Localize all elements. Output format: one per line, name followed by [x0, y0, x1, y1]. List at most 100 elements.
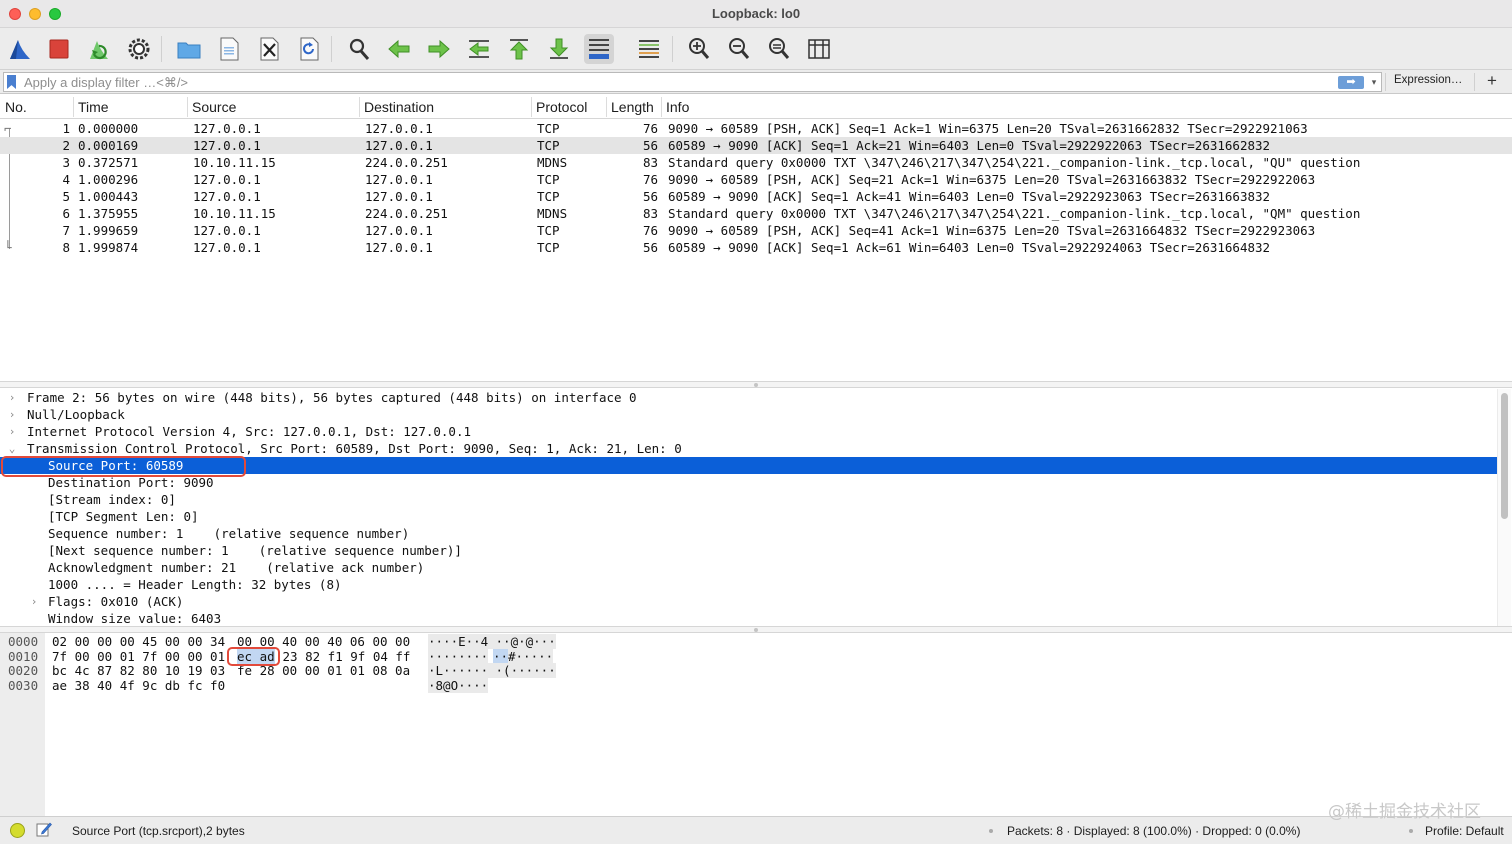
chevron-right-icon[interactable]: ›	[7, 423, 17, 440]
colorize-icon[interactable]	[634, 34, 664, 64]
apply-filter-arrow-icon[interactable]: ➡	[1338, 76, 1364, 89]
go-back-icon[interactable]	[384, 34, 414, 64]
packet-protocol: TCP	[537, 121, 560, 136]
detail-row-flags[interactable]: › Flags: 0x010 (ACK)	[0, 593, 1497, 610]
status-field-info: Source Port (tcp.srcport),2 bytes	[72, 824, 245, 838]
bytes-ascii-highlight: ··	[493, 649, 509, 664]
detail-row[interactable]: [Stream index: 0]	[0, 491, 1497, 508]
find-icon[interactable]	[344, 34, 374, 64]
bytes-row[interactable]: 0030 ae 38 40 4f 9c db fc f0 ·8@O····	[0, 678, 1512, 693]
packet-length: 76	[642, 121, 658, 136]
bytes-ascii-b: ··@·@···	[488, 634, 556, 649]
annotation-highlight-port-bytes	[227, 647, 280, 666]
detail-row[interactable]: 1000 .... = Header Length: 32 bytes (8)	[0, 576, 1497, 593]
zoom-out-icon[interactable]	[724, 34, 754, 64]
packet-no: 4	[62, 172, 70, 187]
zoom-in-icon[interactable]	[684, 34, 714, 64]
detail-row[interactable]: Sequence number: 1 (relative sequence nu…	[0, 525, 1497, 542]
status-profile[interactable]: Profile: Default	[1425, 824, 1504, 838]
packet-row[interactable]: 6 1.375955 10.10.11.15 224.0.0.251 MDNS …	[0, 205, 1512, 222]
packet-info: 60589 → 9090 [ACK] Seq=1 Ack=41 Win=6403…	[668, 189, 1271, 204]
packet-no: 6	[62, 206, 70, 221]
go-to-packet-icon[interactable]	[464, 34, 494, 64]
details-scrollbar-thumb[interactable]	[1501, 393, 1508, 519]
detail-row[interactable]: [Next sequence number: 1 (relative seque…	[0, 542, 1497, 559]
capture-comment-edit-icon[interactable]	[36, 821, 52, 837]
column-header-info[interactable]: Info	[661, 99, 689, 115]
column-header-length[interactable]: Length	[606, 99, 654, 115]
display-filter-box: ➡ ▾	[3, 72, 1382, 92]
conversation-start-icon: ⌐	[4, 121, 12, 136]
pane-splitter[interactable]	[0, 626, 1512, 633]
pane-splitter[interactable]	[0, 381, 1512, 388]
packet-row[interactable]: 7 1.999659 127.0.0.1 127.0.0.1 TCP 76 90…	[0, 222, 1512, 239]
detail-row-ipv4[interactable]: › Internet Protocol Version 4, Src: 127.…	[0, 423, 1497, 440]
column-header-source[interactable]: Source	[187, 99, 236, 115]
bytes-hex-b: 23 82 f1 9f 04 ff	[275, 649, 411, 664]
open-folder-icon[interactable]	[174, 34, 204, 64]
watermark-text: @稀土掘金技术社区	[1328, 802, 1481, 822]
packet-destination: 127.0.0.1	[365, 172, 433, 187]
packet-row[interactable]: 3 0.372571 10.10.11.15 224.0.0.251 MDNS …	[0, 154, 1512, 171]
options-gear-icon[interactable]	[124, 34, 154, 64]
detail-text: Transmission Control Protocol, Src Port:…	[27, 441, 682, 456]
detail-row[interactable]: Window size value: 6403	[0, 610, 1497, 626]
bytes-hex-a: 02 00 00 00 45 00 00 34	[52, 634, 226, 649]
packet-row-selected[interactable]: 2 0.000169 127.0.0.1 127.0.0.1 TCP 56 60…	[0, 137, 1512, 154]
display-filter-input[interactable]	[24, 74, 1324, 90]
reload-icon[interactable]	[294, 34, 324, 64]
zoom-normal-icon[interactable]	[764, 34, 794, 64]
bookmark-icon[interactable]	[7, 75, 16, 89]
column-header-no[interactable]: No.	[0, 99, 27, 115]
chevron-right-icon[interactable]: ›	[7, 389, 17, 406]
packet-protocol: TCP	[537, 240, 560, 255]
expression-button[interactable]: Expression…	[1394, 74, 1462, 86]
bytes-ascii-a: ····E··4	[428, 634, 489, 649]
chevron-down-icon[interactable]: ⌄	[7, 440, 17, 457]
packet-length: 56	[642, 189, 658, 204]
autoscroll-icon[interactable]	[584, 34, 614, 64]
go-last-icon[interactable]	[544, 34, 574, 64]
detail-text: Acknowledgment number: 21 (relative ack …	[48, 560, 425, 575]
bytes-row[interactable]: 0020 bc 4c 87 82 80 10 19 03 fe 28 00 00…	[0, 663, 1512, 678]
detail-row[interactable]: [TCP Segment Len: 0]	[0, 508, 1497, 525]
chevron-right-icon[interactable]: ›	[29, 593, 39, 610]
packet-row[interactable]: └ 8 1.999874 127.0.0.1 127.0.0.1 TCP 56 …	[0, 239, 1512, 256]
chevron-right-icon[interactable]: ›	[7, 406, 17, 423]
packet-row[interactable]: 4 1.000296 127.0.0.1 127.0.0.1 TCP 76 90…	[0, 171, 1512, 188]
packet-destination: 127.0.0.1	[365, 121, 433, 136]
go-first-icon[interactable]	[504, 34, 534, 64]
shark-fin-icon[interactable]	[5, 34, 35, 64]
packet-info: 60589 → 9090 [ACK] Seq=1 Ack=21 Win=6403…	[668, 138, 1271, 153]
packet-row[interactable]: ⌐ 1 0.000000 127.0.0.1 127.0.0.1 TCP 76 …	[0, 120, 1512, 137]
stop-icon[interactable]	[44, 34, 74, 64]
detail-row-frame[interactable]: › Frame 2: 56 bytes on wire (448 bits), …	[0, 389, 1497, 406]
restart-icon[interactable]	[84, 34, 114, 64]
packet-time: 1.000296	[78, 172, 139, 187]
packet-destination: 224.0.0.251	[365, 155, 448, 170]
column-header-destination[interactable]: Destination	[359, 99, 434, 115]
bytes-ascii-b: ·(······	[488, 663, 556, 678]
detail-text: Internet Protocol Version 4, Src: 127.0.…	[27, 424, 472, 439]
close-file-icon[interactable]	[254, 34, 284, 64]
expert-info-icon[interactable]	[10, 823, 25, 838]
add-filter-button[interactable]: +	[1487, 71, 1497, 91]
go-forward-icon[interactable]	[424, 34, 454, 64]
column-header-protocol[interactable]: Protocol	[531, 99, 587, 115]
packet-row[interactable]: 5 1.000443 127.0.0.1 127.0.0.1 TCP 56 60…	[0, 188, 1512, 205]
filter-history-chevron-down-icon[interactable]: ▾	[1368, 73, 1380, 91]
window-title: Loopback: lo0	[711, 6, 801, 21]
column-header-time[interactable]: Time	[73, 99, 109, 115]
bytes-row[interactable]: 0000 02 00 00 00 45 00 00 34 00 00 40 00…	[0, 634, 1512, 649]
save-file-icon[interactable]	[214, 34, 244, 64]
bytes-offset: 0010	[8, 649, 39, 664]
detail-row-null-loopback[interactable]: › Null/Loopback	[0, 406, 1497, 423]
resize-columns-icon[interactable]	[804, 34, 834, 64]
details-scrollbar[interactable]	[1497, 389, 1511, 626]
detail-row[interactable]: Acknowledgment number: 21 (relative ack …	[0, 559, 1497, 576]
packet-time: 0.372571	[78, 155, 139, 170]
annotation-highlight-source-port	[1, 456, 246, 477]
bytes-ascii-b: #·····	[508, 649, 554, 664]
detail-text: Window size value: 6403	[48, 611, 222, 626]
detail-row-tcp[interactable]: ⌄ Transmission Control Protocol, Src Por…	[0, 440, 1497, 457]
